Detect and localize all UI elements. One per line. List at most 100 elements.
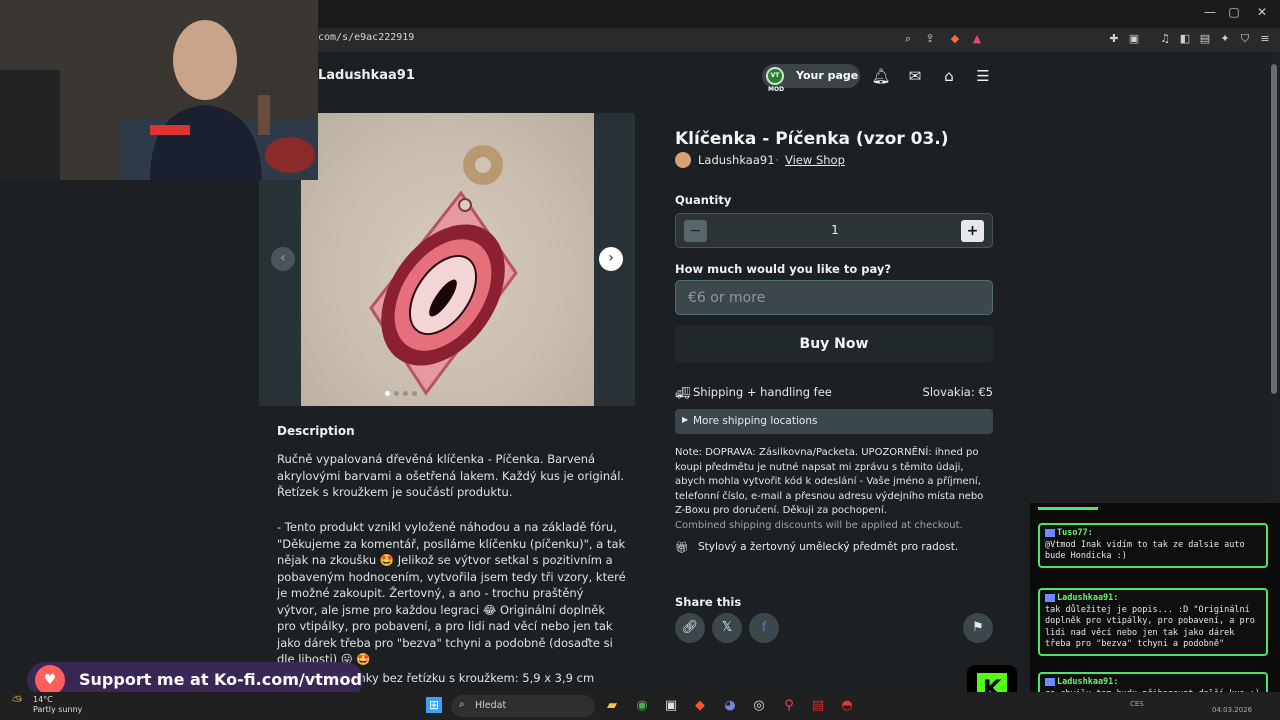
webcam-overlay — [0, 0, 318, 180]
your-page-button[interactable]: VT MOD Your page — [762, 64, 860, 93]
chat-user: Ladushkaa91: — [1057, 677, 1119, 687]
more-shipping-label: More shipping locations — [693, 415, 818, 427]
tray-date[interactable]: 04.03.2026 — [1212, 706, 1252, 714]
music-icon[interactable]: ♫ — [1158, 32, 1172, 46]
seller-name[interactable]: Ladushkaa91 — [698, 153, 775, 167]
chrome-icon[interactable]: ◉ — [633, 697, 651, 715]
extensions-icon[interactable]: ✚ — [1107, 32, 1121, 46]
more-shipping-toggle[interactable]: ▶ More shipping locations — [675, 409, 993, 434]
pay-amount-placeholder: €6 or more — [688, 290, 766, 306]
facebook-icon[interactable]: f — [749, 613, 779, 643]
map-pin-icon[interactable]: ⚲ — [780, 697, 798, 715]
buy-now-button[interactable]: Buy Now — [675, 325, 993, 363]
brave-icon[interactable]: ◆ — [691, 697, 709, 715]
weather-temp: 14°C — [33, 695, 53, 704]
streamer-webcam-illustration — [0, 0, 318, 180]
description-paragraph: - Tento produkt vznikl vyloženě náhodou … — [277, 520, 626, 666]
tab-icon[interactable]: ▣ — [1127, 32, 1141, 46]
shipping-label: Shipping + handling fee — [693, 385, 832, 399]
partly-sunny-icon: ⛅︎ — [12, 694, 23, 709]
caret-right-icon: ▶ — [682, 415, 689, 424]
quantity-increase-button[interactable]: + — [961, 220, 984, 242]
file-explorer-icon[interactable]: ▰ — [603, 697, 621, 715]
minimize-icon[interactable]: — — [1198, 5, 1222, 23]
x-twitter-icon[interactable]: 𝕏 — [712, 613, 742, 643]
gallery-next-button[interactable]: › — [599, 247, 623, 271]
description-paragraph: Ručně vypalovaná dřevěná klíčenka - Píče… — [277, 452, 625, 499]
product-photo[interactable] — [301, 113, 594, 406]
app-icon[interactable]: ▣ — [662, 697, 680, 715]
kofi-heart-icon: ♥ — [35, 665, 65, 695]
copy-link-icon[interactable]: 🔗︎ — [675, 613, 705, 643]
product-title: Klíčenka - Píčenka (vzor 03.) — [675, 129, 949, 149]
quantity-label: Quantity — [675, 193, 732, 207]
chat-text: @Vtmod Inak vidím to tak ze dalsie auto … — [1045, 539, 1245, 562]
obs-icon[interactable]: ◎ — [750, 697, 768, 715]
quantity-value[interactable]: 1 — [826, 223, 844, 237]
leo-ai-icon[interactable]: ✦ — [1218, 32, 1232, 46]
sidebar-icon[interactable]: ◧ — [1178, 32, 1192, 46]
description-heading: Description — [277, 424, 355, 438]
report-flag-icon[interactable]: ⚑ — [963, 613, 993, 643]
share-heading: Share this — [675, 595, 742, 609]
vpn-icon[interactable]: ⛉ — [1238, 32, 1252, 46]
taskbar-search-label: Hledat — [475, 700, 507, 711]
view-shop-link[interactable]: View Shop — [785, 153, 845, 167]
chat-user: Ladushkaa91: — [1057, 593, 1119, 603]
badge-icon — [1045, 593, 1055, 602]
share-page-icon[interactable]: ⇪ — [923, 32, 937, 46]
weather-text: Partly sunny — [33, 705, 83, 714]
chat-divider — [1038, 507, 1098, 510]
brave-rewards-icon[interactable]: ▲ — [970, 32, 984, 46]
shop-name[interactable]: Ladushkaa91 — [318, 68, 415, 83]
chat-message: Tuso77: @Vtmod Inak vidím to tak ze dals… — [1038, 523, 1268, 568]
quantity-stepper: − 1 + — [675, 213, 993, 248]
badge-icon — [1045, 677, 1055, 686]
mail-icon[interactable]: ✉ — [905, 66, 925, 86]
chat-message: Ladushkaa91: tak důležitej je popis... :… — [1038, 588, 1268, 656]
badge-icon — [1045, 528, 1055, 537]
menu-icon[interactable]: ≡ — [1258, 32, 1272, 46]
windows-taskbar: ⛅︎ 14°C Partly sunny ⊞ ⌕ Hledat ▰ ◉ ▣ ◆ ◕… — [0, 692, 1280, 720]
wallet-icon[interactable]: ▤ — [1198, 32, 1212, 46]
taskbar-search[interactable]: ⌕ Hledat — [451, 695, 595, 717]
truck-icon: 🚚︎ — [675, 386, 691, 400]
red-app-icon[interactable]: ◓ — [838, 697, 856, 715]
gallery-dot[interactable] — [385, 391, 390, 396]
pay-amount-input[interactable]: €6 or more — [675, 280, 993, 315]
bell-icon[interactable]: 🔔︎ — [871, 66, 891, 86]
brave-shield-icon[interactable]: ◆ — [948, 32, 962, 46]
keychain-illustration — [369, 145, 518, 396]
gallery-prev-button[interactable]: ‹ — [271, 247, 295, 271]
search-icon: ⌕ — [459, 699, 465, 710]
close-icon[interactable]: ✕ — [1250, 5, 1274, 23]
feature-text: Stylový a žertovný umělecký předmět pro … — [698, 541, 959, 553]
game-icon[interactable]: ▤ — [809, 697, 827, 715]
gallery-dot[interactable] — [412, 391, 417, 396]
seller-avatar[interactable] — [675, 152, 691, 168]
discord-icon[interactable]: ◕ — [721, 697, 739, 715]
scrollbar-thumb[interactable] — [1271, 64, 1277, 394]
gallery-dot[interactable] — [403, 391, 408, 396]
quantity-decrease-button[interactable]: − — [684, 220, 707, 242]
your-page-label: Your page — [796, 69, 859, 82]
avatar: VT MOD — [766, 67, 784, 93]
pay-amount-label: How much would you like to pay? — [675, 262, 892, 276]
combined-shipping-text: Combined shipping discounts will be appl… — [675, 520, 963, 531]
zoom-icon[interactable]: ⌕ — [901, 32, 915, 46]
shipping-value: Slovakia: €5 — [922, 385, 993, 399]
gallery-dot[interactable] — [394, 391, 399, 396]
stream-chat-overlay: Tuso77: @Vtmod Inak vidím to tak ze dals… — [1030, 503, 1280, 720]
chat-text: tak důležitej je popis... :D "Originální… — [1045, 604, 1255, 650]
hamburger-menu-icon[interactable]: ☰ — [973, 66, 993, 86]
home-icon[interactable]: ⌂ — [939, 66, 959, 86]
windows-start-icon[interactable]: ⊞ — [426, 697, 442, 713]
chat-user: Tuso77: — [1057, 528, 1093, 538]
gallery-dots — [385, 381, 421, 400]
maximize-icon[interactable]: ▢ — [1222, 5, 1246, 23]
kofi-text: Support me at Ko-fi.com/vtmod — [79, 670, 362, 689]
language-indicator[interactable]: CES — [1130, 700, 1144, 708]
url-text[interactable]: com/s/e9ac222919 — [318, 32, 414, 43]
gift-icon: 🎁︎ — [675, 541, 689, 554]
separator: · — [775, 153, 779, 167]
